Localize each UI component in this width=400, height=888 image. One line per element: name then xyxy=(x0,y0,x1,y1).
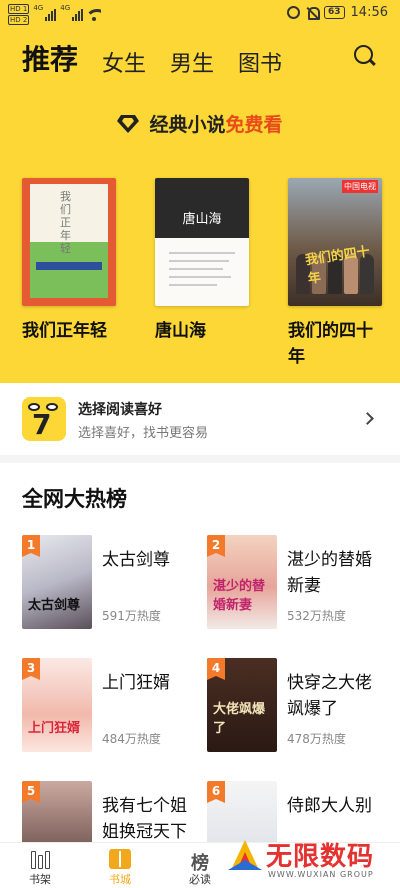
book-title[interactable]: 快穿之大佬飒爆了 xyxy=(287,670,387,722)
rank-badge: 2 xyxy=(207,535,225,557)
signal-icon xyxy=(45,8,57,21)
reading-preference-card[interactable]: 7 选择阅读喜好 选择喜好，找书更容易 xyxy=(0,383,400,455)
heat-count: 532万热度 xyxy=(287,609,346,623)
alarm-icon xyxy=(287,6,300,19)
book-cover[interactable]: 5 xyxy=(22,781,92,843)
preference-subtitle: 选择喜好，找书更容易 xyxy=(78,426,209,441)
rank-badge: 1 xyxy=(22,535,40,557)
sim1-label: HD 1 xyxy=(8,4,30,14)
network2-label: 4G xyxy=(60,4,71,12)
hot-list-item[interactable]: 1 太古剑尊 太古剑尊 591万热度 xyxy=(22,535,207,635)
wifi-icon xyxy=(87,8,102,21)
book-cover[interactable]: 中国电视 我们的四十年 xyxy=(288,178,382,306)
mute-icon xyxy=(306,6,320,20)
book-cover[interactable]: 我们正年轻 xyxy=(22,178,116,306)
watermark-subtext: WWW.WUXIAN GROUP xyxy=(268,870,374,879)
signal-icon-2 xyxy=(72,8,84,21)
rank-badge: 5 xyxy=(22,781,40,803)
book-title[interactable]: 太古剑尊 xyxy=(102,547,202,573)
header-section: 推荐 女生 男生 图书 经典小说免费看 我们正年轻 我们正年轻 唐山海 唐山海 … xyxy=(0,28,400,383)
sim-indicator: HD 1 HD 2 xyxy=(8,4,30,25)
clock: 14:56 xyxy=(350,5,388,20)
watermark-logo-icon xyxy=(228,840,262,870)
tab-female[interactable]: 女生 xyxy=(102,46,146,78)
hot-list-item[interactable]: 4 大佬飒爆了 快穿之大佬飒爆了 478万热度 xyxy=(207,658,392,758)
diamond-icon xyxy=(117,114,140,133)
network1-label: 4G xyxy=(33,4,44,12)
rank-badge: 4 xyxy=(207,658,225,680)
nav-label: 书架 xyxy=(29,873,51,886)
book-title[interactable]: 我有七个姐姐换冠天下 xyxy=(102,793,202,843)
book-title[interactable]: 我们正年轻 xyxy=(22,318,116,344)
chevron-right-icon[interactable] xyxy=(361,412,374,425)
status-right: 63 14:56 xyxy=(287,5,388,20)
status-left: HD 1 HD 2 4G 4G xyxy=(8,4,102,25)
book-cover[interactable]: 2 湛少的替婚新妻 xyxy=(207,535,277,629)
heat-count: 478万热度 xyxy=(287,732,346,746)
banner-highlight: 免费看 xyxy=(225,114,283,136)
book-card[interactable]: 我们正年轻 我们正年轻 xyxy=(22,178,116,370)
hot-list-item[interactable]: 3 上门狂婿 上门狂婿 484万热度 xyxy=(22,658,207,758)
nav-label: 书城 xyxy=(109,873,131,886)
book-title[interactable]: 我们的四十年 xyxy=(288,318,382,370)
hot-list-item[interactable]: 5 我有七个姐姐换冠天下 xyxy=(22,781,207,843)
book-cover[interactable]: 4 大佬飒爆了 xyxy=(207,658,277,752)
must-read-icon: 榜 xyxy=(191,853,209,874)
watermark: 无限数码 WWW.WUXIAN GROUP xyxy=(222,830,392,884)
heat-count: 484万热度 xyxy=(102,732,161,746)
featured-books: 我们正年轻 我们正年轻 唐山海 唐山海 中国电视 我们的四十年 我们的四十年 xyxy=(22,178,382,370)
status-bar: HD 1 HD 2 4G 4G 63 14:56 xyxy=(0,0,400,28)
bookshelf-icon xyxy=(29,849,51,869)
book-title[interactable]: 唐山海 xyxy=(155,318,249,344)
book-card[interactable]: 唐山海 唐山海 xyxy=(155,178,249,370)
channel-tabs: 推荐 女生 男生 图书 xyxy=(22,38,282,78)
rank-badge: 6 xyxy=(207,781,225,803)
book-card[interactable]: 中国电视 我们的四十年 我们的四十年 xyxy=(288,178,382,370)
free-classics-banner[interactable]: 经典小说免费看 xyxy=(0,110,400,137)
search-icon[interactable] xyxy=(354,45,376,67)
cat-logo-icon: 7 xyxy=(22,397,66,441)
banner-text: 经典小说 xyxy=(149,114,226,136)
nav-bookstore[interactable]: 书城 xyxy=(90,849,150,887)
book-title[interactable]: 湛少的替婚新妻 xyxy=(287,547,387,599)
book-title[interactable]: 侍郎大人别 xyxy=(287,793,387,819)
nav-bookshelf[interactable]: 书架 xyxy=(10,849,70,887)
book-cover[interactable]: 唐山海 xyxy=(155,178,249,306)
battery-icon: 63 xyxy=(324,6,345,19)
nav-must-read[interactable]: 榜 必读 xyxy=(170,849,230,887)
tab-recommend[interactable]: 推荐 xyxy=(22,38,78,78)
watermark-text: 无限数码 xyxy=(266,842,375,872)
sim2-label: HD 2 xyxy=(8,15,30,25)
section-title: 全网大热榜 xyxy=(22,487,127,511)
tab-books[interactable]: 图书 xyxy=(238,46,282,78)
tab-male[interactable]: 男生 xyxy=(170,46,214,78)
hot-list-item[interactable]: 2 湛少的替婚新妻 湛少的替婚新妻 532万热度 xyxy=(207,535,392,635)
book-cover[interactable]: 1 太古剑尊 xyxy=(22,535,92,629)
heat-count: 591万热度 xyxy=(102,609,161,623)
book-title[interactable]: 上门狂婿 xyxy=(102,670,202,696)
hot-list-section: 全网大热榜 1 太古剑尊 太古剑尊 591万热度 2 湛少的替婚新妻 湛少的替婚… xyxy=(0,463,400,843)
preference-title: 选择阅读喜好 xyxy=(78,402,162,418)
book-icon xyxy=(109,849,131,869)
rank-badge: 3 xyxy=(22,658,40,680)
book-cover[interactable]: 3 上门狂婿 xyxy=(22,658,92,752)
